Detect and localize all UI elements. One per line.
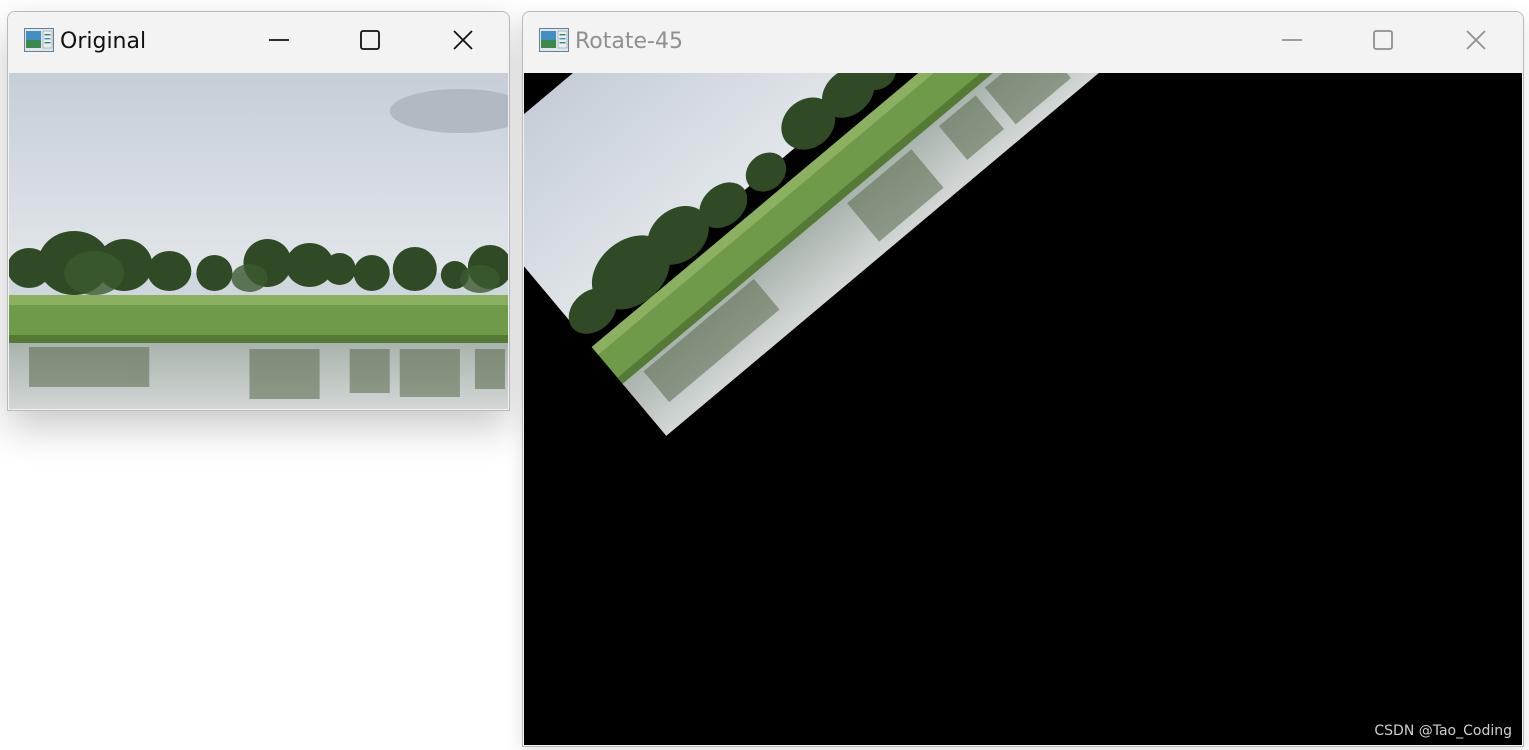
rotate-titlebar[interactable]: Rotate-45 [523, 12, 1523, 72]
original-titlebar[interactable]: Original [8, 12, 509, 72]
rotate-window[interactable]: Rotate-45 CSDN @Tao_Coding [522, 11, 1524, 747]
rotated-landscape-image [524, 73, 1126, 436]
close-icon [1466, 30, 1486, 50]
minimize-icon [1282, 39, 1302, 41]
close-button[interactable] [440, 22, 486, 58]
maximize-icon [1373, 30, 1393, 50]
window-title: Original [60, 29, 147, 54]
maximize-icon [360, 30, 380, 50]
window-title: Rotate-45 [575, 29, 683, 54]
close-button[interactable] [1453, 22, 1499, 58]
image-window-icon [539, 28, 569, 52]
minimize-button[interactable] [256, 22, 302, 58]
maximize-button[interactable] [1360, 22, 1406, 58]
close-icon [453, 30, 473, 50]
original-image-canvas [9, 73, 508, 409]
minimize-icon [269, 39, 289, 41]
original-window[interactable]: Original [7, 11, 510, 411]
rotated-image-canvas: CSDN @Tao_Coding [524, 73, 1522, 745]
watermark-text: CSDN @Tao_Coding [1374, 723, 1512, 739]
image-window-icon [24, 28, 54, 52]
maximize-button[interactable] [347, 22, 393, 58]
minimize-button[interactable] [1269, 22, 1315, 58]
landscape-image [9, 73, 508, 409]
